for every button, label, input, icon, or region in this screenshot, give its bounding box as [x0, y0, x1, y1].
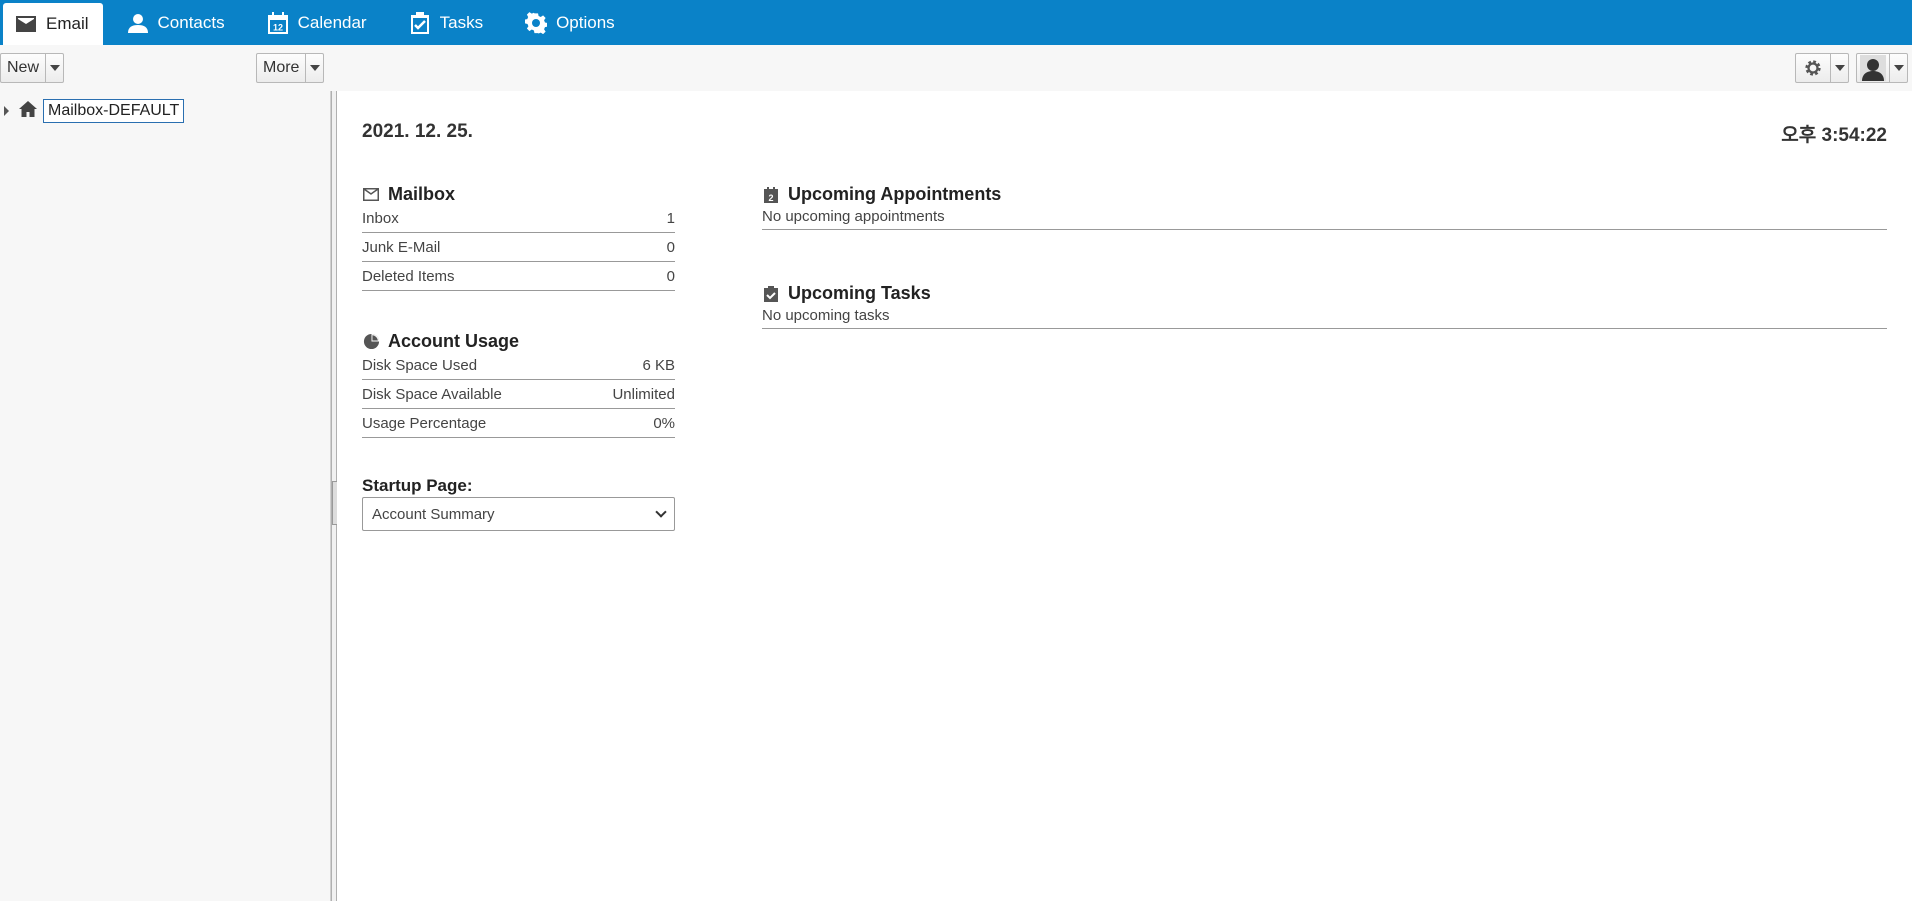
tasks-empty: No upcoming tasks — [762, 303, 1887, 329]
tab-calendar[interactable]: 12 Calendar — [243, 0, 385, 45]
calendar-icon: 2 — [762, 186, 780, 204]
tab-label: Tasks — [439, 12, 484, 32]
user-menu-button[interactable] — [1856, 53, 1908, 83]
folder-sidebar: Mailbox-DEFAULT — [0, 91, 331, 901]
envelope-icon — [362, 186, 380, 204]
row-value: 1 — [666, 209, 675, 227]
usage-row-disk-available: Disk Space Available Unlimited — [362, 380, 675, 409]
clipboard-icon — [409, 11, 431, 34]
mailbox-folder[interactable]: Mailbox-DEFAULT — [43, 99, 185, 123]
row-label: Inbox — [362, 209, 399, 227]
startup-page-select[interactable]: Account Summary — [362, 497, 675, 531]
chevron-down-icon — [49, 65, 60, 71]
calendar-icon: 12 — [267, 11, 289, 34]
mailbox-title: Mailbox — [388, 184, 456, 204]
row-label: Disk Space Used — [362, 356, 478, 374]
current-time: 오후 3:54:22 — [1781, 125, 1887, 146]
row-label: Usage Percentage — [362, 414, 487, 432]
chevron-down-icon — [655, 506, 667, 518]
envelope-icon — [15, 13, 37, 35]
row-label: Junk E-Mail — [362, 238, 441, 256]
person-icon — [127, 12, 149, 34]
new-dropdown[interactable] — [45, 54, 63, 82]
row-value: 0 — [666, 267, 675, 285]
tab-label: Calendar — [297, 12, 367, 32]
row-value: 6 KB — [642, 356, 675, 374]
tab-contacts[interactable]: Contacts — [103, 0, 243, 45]
mailbox-row-deleted[interactable]: Deleted Items 0 — [362, 262, 675, 291]
mailbox-row-junk[interactable]: Junk E-Mail 0 — [362, 233, 675, 262]
tasks-title: Upcoming Tasks — [788, 283, 931, 303]
tab-label: Email — [46, 14, 89, 33]
tab-label: Contacts — [157, 12, 225, 32]
settings-button[interactable] — [1795, 53, 1849, 83]
tab-options[interactable]: Options — [501, 0, 633, 45]
appointments-title: Upcoming Appointments — [788, 184, 1002, 204]
mailbox-section-title: Mailbox — [362, 184, 455, 205]
calendar-badge: 12 — [273, 22, 283, 32]
tab-tasks[interactable]: Tasks — [385, 0, 501, 45]
row-label: Disk Space Available — [362, 385, 502, 403]
tab-label: Options — [556, 12, 615, 32]
new-button[interactable]: New — [0, 53, 65, 83]
top-nav: Email Contacts 12 Calendar Tasks Options — [0, 0, 1912, 45]
more-button-label: More — [263, 59, 300, 76]
row-label: Deleted Items — [362, 267, 455, 285]
tab-email[interactable]: Email — [3, 3, 103, 45]
settings-dropdown[interactable] — [1830, 54, 1848, 82]
mailbox-table: Inbox 1 Junk E-Mail 0 Deleted Items 0 — [362, 204, 675, 291]
appointments-section-title: 2 Upcoming Appointments — [762, 184, 1001, 205]
home-icon — [19, 100, 37, 122]
appointments-badge: 2 — [768, 193, 773, 203]
mailbox-row-inbox[interactable]: Inbox 1 — [362, 204, 675, 233]
usage-row-percentage: Usage Percentage 0% — [362, 409, 675, 438]
more-button[interactable]: More — [256, 53, 325, 83]
chevron-down-icon — [309, 65, 320, 71]
tree-row-mailbox[interactable]: Mailbox-DEFAULT — [4, 99, 185, 123]
usage-title: Account Usage — [388, 331, 520, 351]
startup-page-label: Startup Page: — [362, 476, 473, 495]
startup-page-value: Account Summary — [372, 505, 495, 523]
usage-row-disk-used: Disk Space Used 6 KB — [362, 351, 675, 380]
appointments-empty: No upcoming appointments — [762, 204, 1887, 230]
tasks-section-title: Upcoming Tasks — [762, 283, 931, 304]
usage-section-title: Account Usage — [362, 331, 519, 352]
gear-icon — [525, 11, 548, 34]
row-value: Unlimited — [612, 385, 675, 403]
usage-table: Disk Space Used 6 KB Disk Space Availabl… — [362, 351, 675, 438]
row-value: 0 — [666, 238, 675, 256]
expand-arrow-icon[interactable] — [4, 106, 9, 116]
current-date: 2021. 12. 25. — [362, 121, 473, 142]
account-summary: 2021. 12. 25. 오후 3:54:22 Mailbox Inbox 1… — [337, 91, 1912, 901]
pie-chart-icon — [362, 333, 380, 351]
chevron-down-icon — [1893, 65, 1904, 71]
avatar-icon — [1857, 54, 1889, 82]
more-dropdown[interactable] — [305, 54, 323, 82]
user-menu-dropdown[interactable] — [1889, 54, 1907, 82]
clipboard-icon — [762, 285, 780, 303]
toolbar: New More — [0, 45, 1912, 91]
new-button-label: New — [7, 59, 40, 76]
row-value: 0% — [653, 414, 675, 432]
gear-icon — [1796, 54, 1830, 82]
chevron-down-icon — [1834, 65, 1845, 71]
